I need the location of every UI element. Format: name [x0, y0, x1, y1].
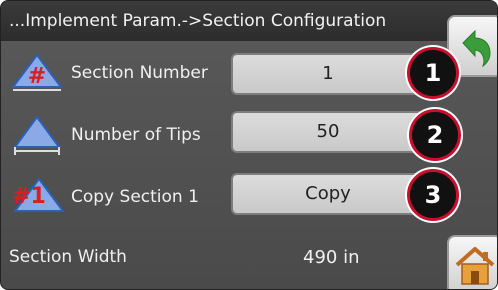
number-of-tips-field[interactable]: 50	[231, 111, 425, 153]
copy-button[interactable]: Copy	[231, 173, 425, 215]
svg-text:#1: #1	[12, 184, 46, 209]
callout-badge-2: 2	[409, 109, 461, 161]
section-configuration-screen: ...Implement Param.->Section Configurati…	[0, 0, 498, 290]
callout-badge-1: 1	[407, 47, 459, 99]
copy-section-icon: #1	[12, 177, 65, 212]
section-width-value: 490 in	[303, 247, 360, 268]
section-width-label: Section Width	[9, 247, 127, 267]
tips-icon	[13, 115, 61, 155]
number-of-tips-label: Number of Tips	[71, 125, 201, 145]
section-number-field[interactable]: 1	[231, 53, 425, 95]
copy-section-label: Copy Section 1	[71, 187, 199, 207]
title-bar: ...Implement Param.->Section Configurati…	[1, 1, 497, 41]
section-number-label: Section Number	[71, 63, 208, 83]
section-number-icon: #	[11, 53, 63, 91]
svg-text:#: #	[28, 64, 46, 89]
page-title: ...Implement Param.->Section Configurati…	[9, 11, 387, 31]
home-button[interactable]	[447, 235, 497, 289]
callout-badge-3: 3	[407, 169, 459, 221]
home-icon	[455, 247, 495, 285]
